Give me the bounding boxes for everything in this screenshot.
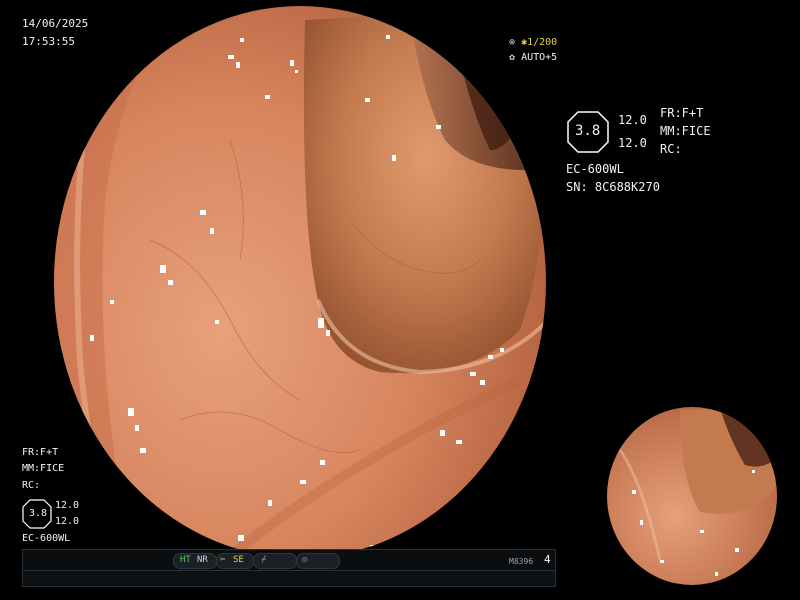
zoom-top-right: 12.0 bbox=[618, 113, 647, 127]
endoscopic-view bbox=[54, 6, 777, 585]
slash-segment bbox=[253, 553, 297, 569]
mm-left: MM:FICE bbox=[22, 463, 65, 474]
slash-icon: ⌿ bbox=[261, 555, 267, 565]
circle-icon: ◎ bbox=[302, 555, 308, 565]
rc-left: RC: bbox=[22, 480, 41, 491]
main-scope-image bbox=[54, 6, 546, 558]
zoom-value-right: 3.8 bbox=[575, 123, 601, 139]
model-left: EC-600WL bbox=[22, 533, 71, 544]
zoom-top-left: 12.0 bbox=[55, 500, 80, 511]
fr-left: FR:F+T bbox=[22, 447, 59, 458]
exposure-icon: ⊗ bbox=[509, 37, 516, 48]
pip-scope-image bbox=[607, 407, 777, 585]
zoom-value-left: 3.8 bbox=[29, 508, 48, 519]
page-number: 4 bbox=[544, 553, 551, 566]
auto-row: ✿ AUTO+5 bbox=[509, 52, 557, 64]
se-label: SE bbox=[233, 555, 244, 565]
shutter-value: 1/200 bbox=[527, 37, 558, 48]
code-label: M8396 bbox=[509, 557, 534, 566]
mm-right: MM:FICE bbox=[660, 124, 711, 138]
scissors-icon: ✂ bbox=[220, 555, 226, 565]
nr-label: NR bbox=[197, 555, 208, 565]
ht-label: HT bbox=[180, 555, 191, 565]
status-bar: HT NR ✂ SE ⌿ ◎ M8396 4 bbox=[22, 549, 556, 587]
scope-model: EC-600WL bbox=[566, 162, 624, 176]
auto-value: AUTO+5 bbox=[521, 52, 558, 63]
zoom-bottom-right: 12.0 bbox=[618, 136, 647, 150]
zoom-bottom-left: 12.0 bbox=[55, 516, 80, 527]
fr-right: FR:F+T bbox=[660, 106, 704, 120]
endoscope-screen: 14/06/2025 17:53:55 ⊗ ✱1/200 ✿ AUTO+5 3.… bbox=[0, 0, 800, 600]
rc-right: RC: bbox=[660, 142, 682, 156]
scope-serial: SN: 8C688K270 bbox=[566, 180, 660, 194]
time-label: 17:53:55 bbox=[22, 35, 75, 48]
date-label: 14/06/2025 bbox=[22, 17, 89, 30]
auto-icon: ✿ bbox=[509, 52, 516, 63]
exposure-row: ⊗ ✱1/200 bbox=[509, 37, 557, 49]
